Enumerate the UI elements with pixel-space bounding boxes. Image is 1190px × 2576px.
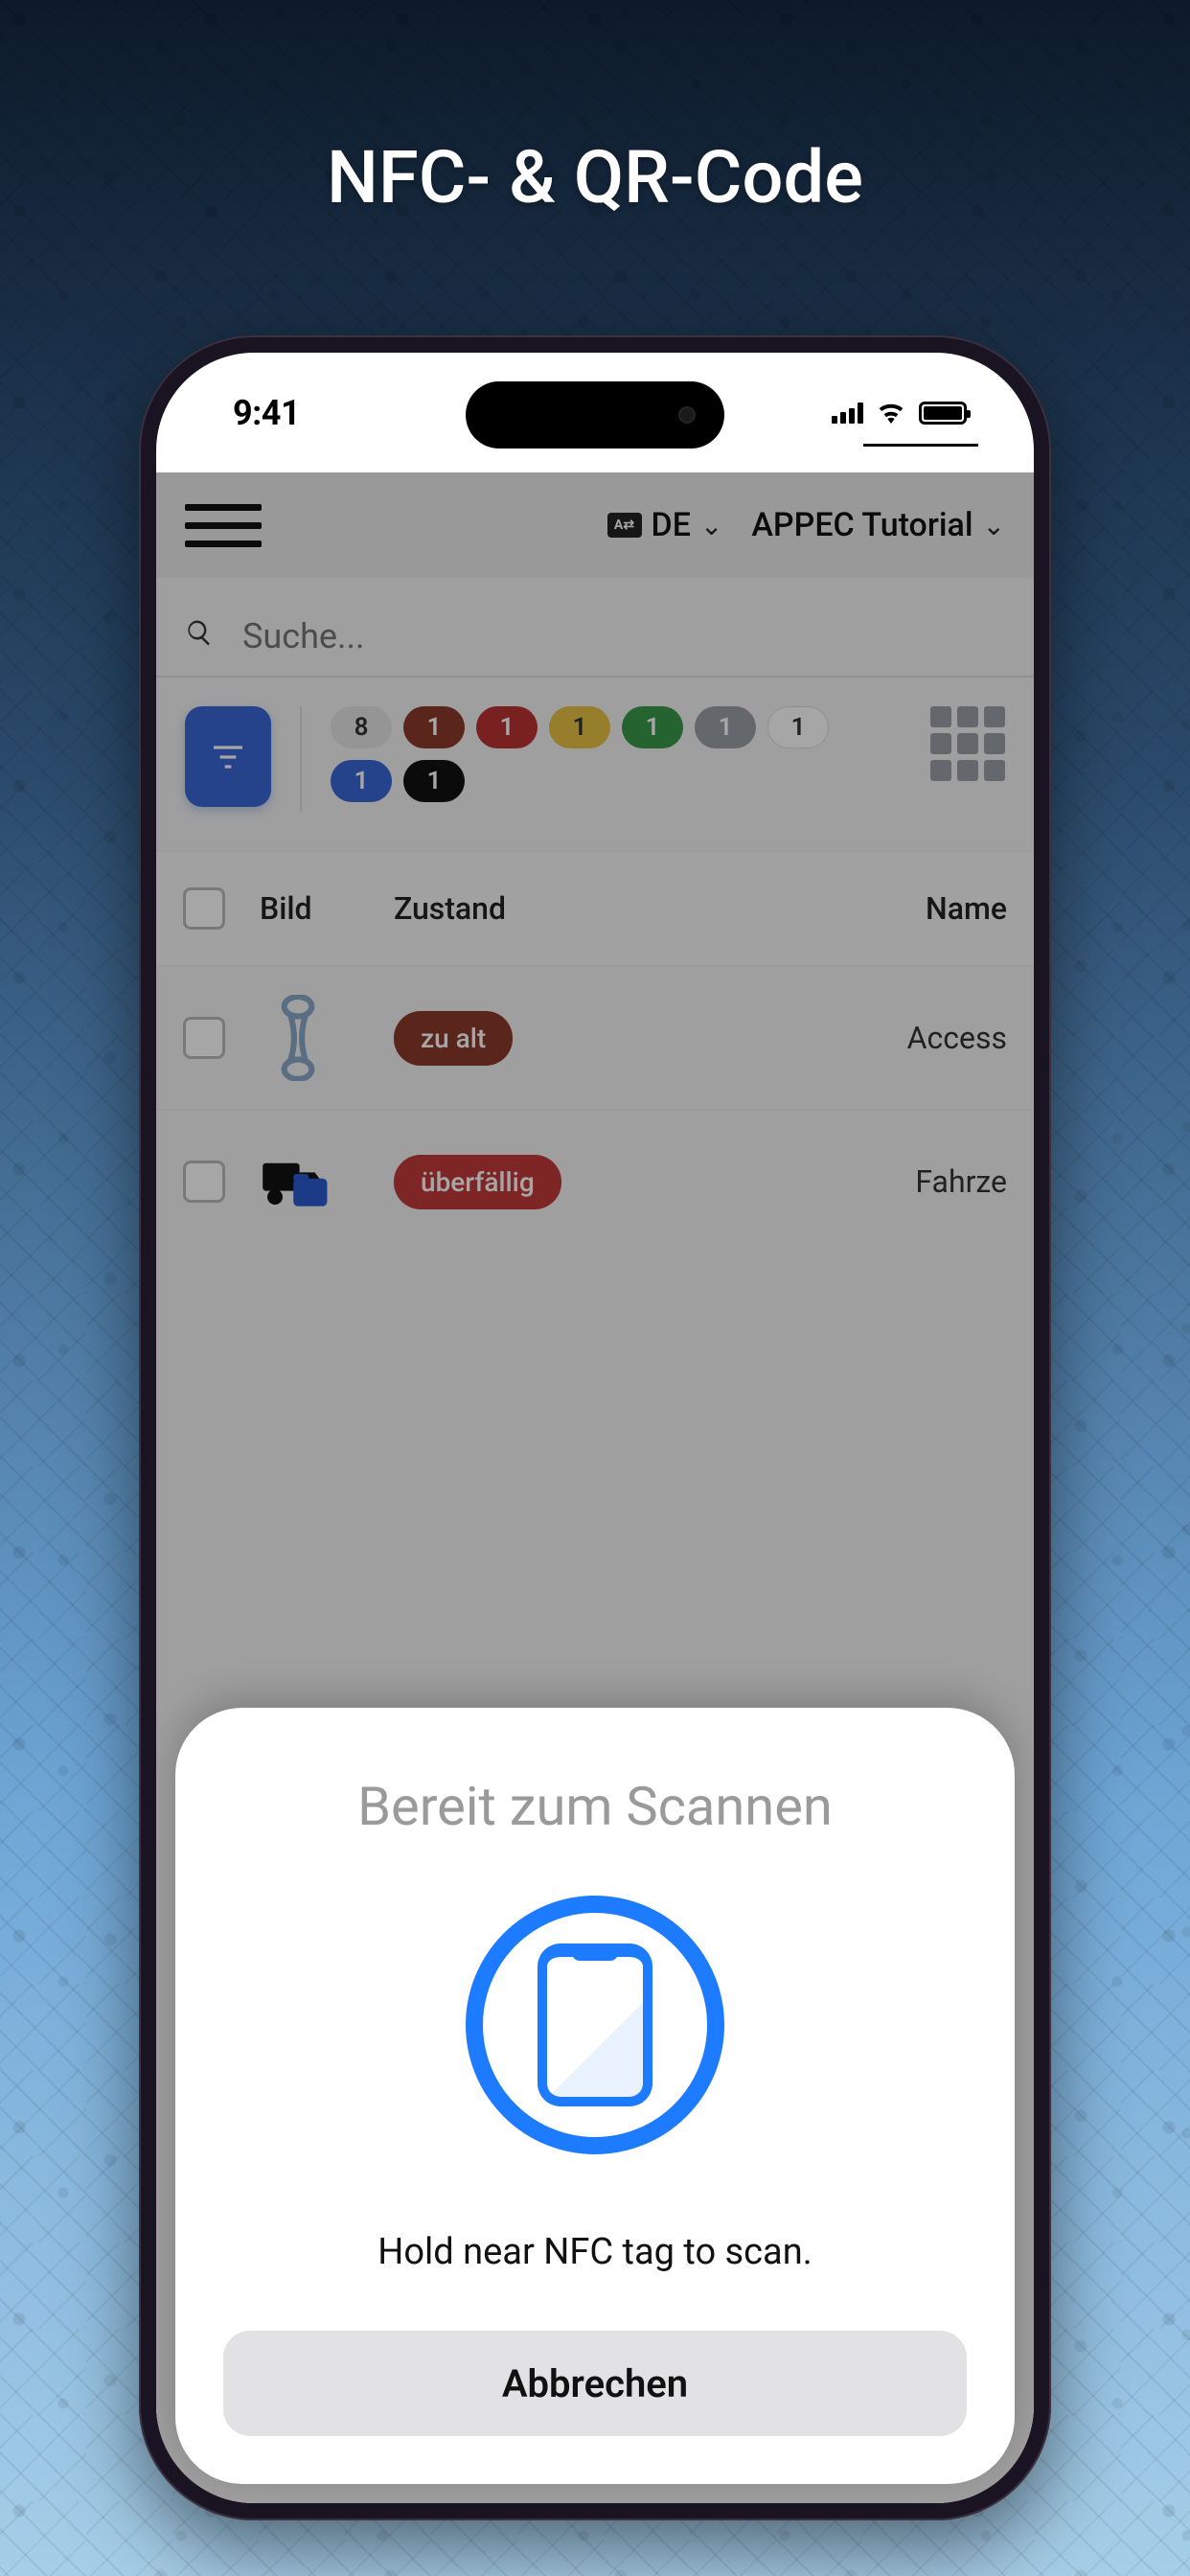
screen: 9:41 A⇄ DE ⌄: [156, 353, 1034, 2503]
status-underline: [863, 444, 978, 447]
cellular-signal-icon: [832, 402, 863, 424]
nfc-scan-graphic: [466, 1896, 724, 2154]
nfc-instruction-text: Hold near NFC tag to scan.: [223, 2231, 967, 2273]
app-content: A⇄ DE ⌄ APPEC Tutorial ⌄: [156, 472, 1034, 2503]
battery-icon: [919, 402, 967, 425]
cancel-button[interactable]: Abbrechen: [223, 2331, 967, 2436]
device-frame: 9:41 A⇄ DE ⌄: [139, 335, 1051, 2520]
wifi-icon: [877, 402, 905, 424]
promo-title: NFC- & QR-Code: [0, 134, 1190, 220]
phone-outline-icon: [538, 1944, 652, 2106]
nfc-scan-sheet: Bereit zum Scannen Hold near NFC tag to …: [175, 1708, 1015, 2484]
dynamic-island: [466, 381, 724, 448]
status-indicators: [832, 402, 967, 425]
status-time: 9:41: [233, 393, 300, 433]
nfc-sheet-title: Bereit zum Scannen: [223, 1775, 967, 1838]
